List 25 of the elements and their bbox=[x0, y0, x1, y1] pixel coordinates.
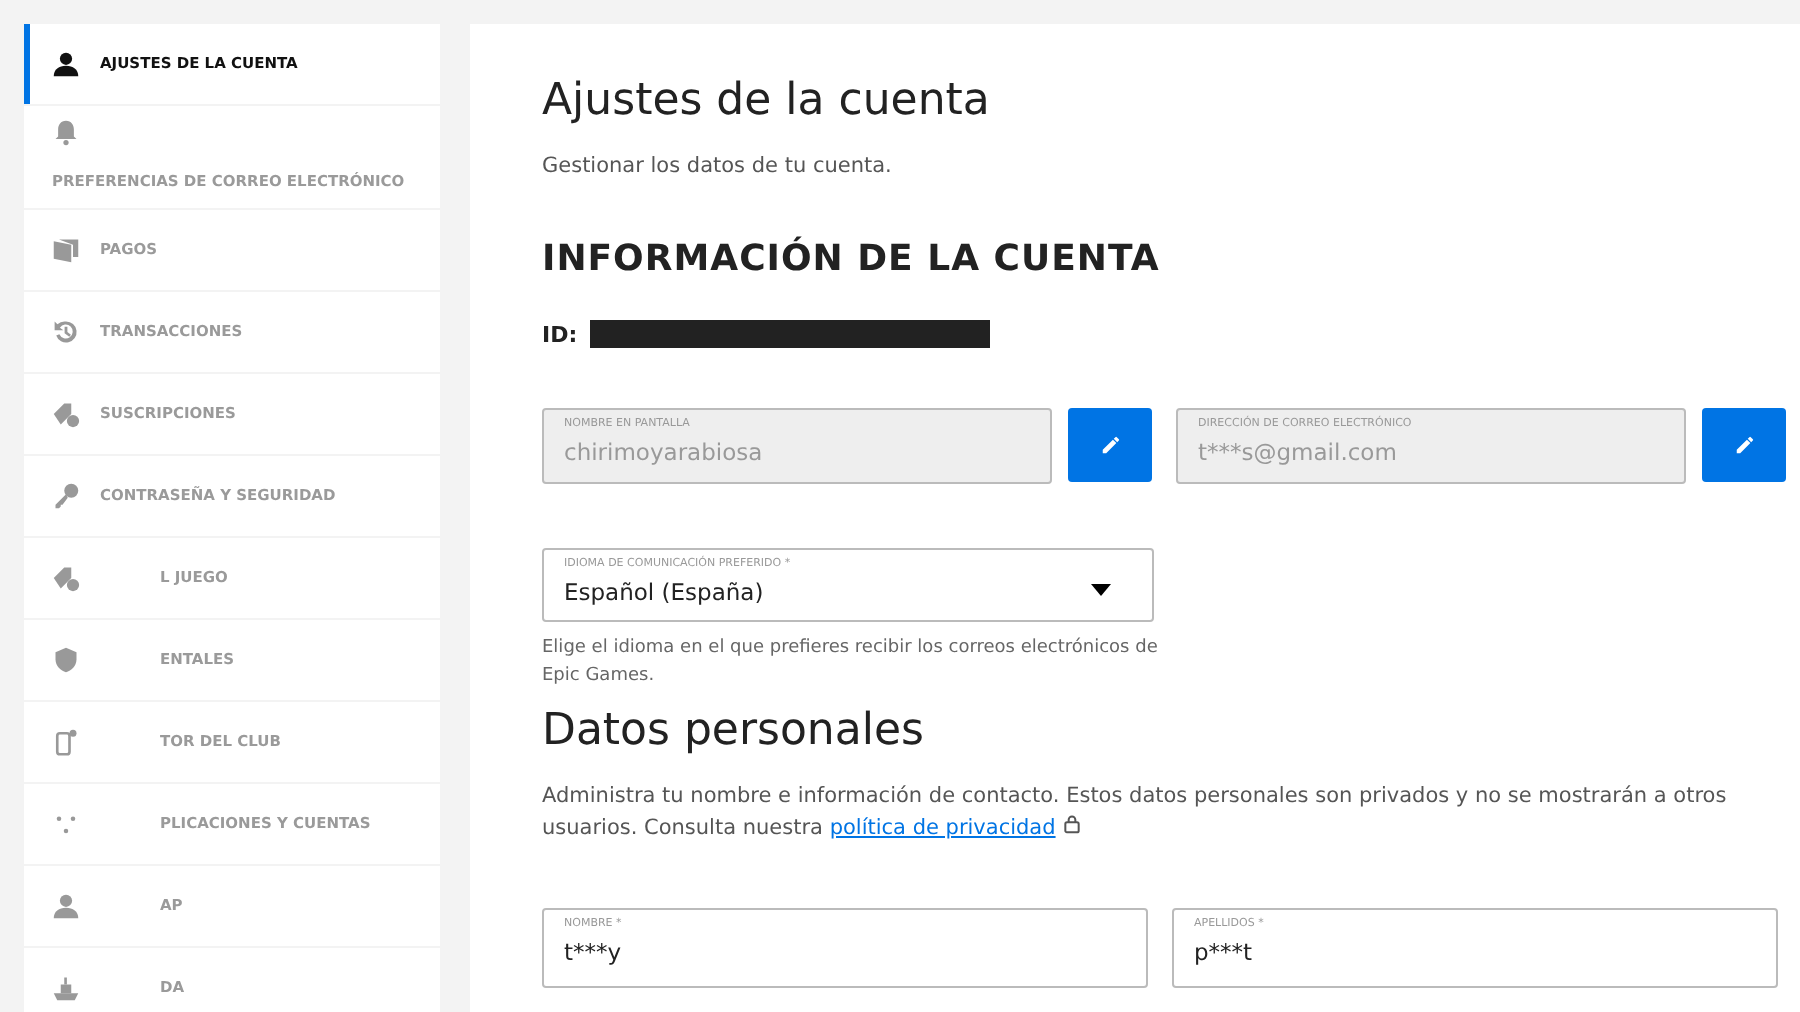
lock-icon bbox=[1062, 814, 1083, 834]
ship-icon bbox=[52, 974, 80, 1002]
bell-icon bbox=[52, 117, 80, 146]
page-title: Ajustes de la cuenta bbox=[542, 76, 992, 126]
section-heading: Datos personales bbox=[542, 706, 926, 756]
history-icon bbox=[52, 318, 80, 346]
key-icon bbox=[52, 482, 80, 510]
privacy-link[interactable]: política de privacidad bbox=[829, 816, 1056, 840]
edit-button[interactable] bbox=[1702, 408, 1786, 482]
caret-icon bbox=[1090, 583, 1112, 595]
section-heading: INFORMACIÓN DE LA CUENTA bbox=[542, 238, 1162, 280]
wallet-icon bbox=[52, 236, 80, 264]
shield-icon bbox=[52, 646, 80, 674]
phone-icon bbox=[52, 728, 80, 756]
page-subtitle: Gestionar los datos de tu cuenta. bbox=[542, 154, 894, 178]
edit-button[interactable] bbox=[1068, 408, 1152, 482]
help-text: Elige el idioma en el que prefieres recibir los correos electrónicos de Epic Games. bbox=[542, 635, 1160, 690]
person-icon bbox=[52, 50, 80, 78]
pencil-icon bbox=[1733, 434, 1755, 456]
id-label: ID: bbox=[542, 321, 578, 347]
pencil-icon bbox=[1099, 434, 1121, 456]
description-text: Administra tu nombre e información de contacto. Estos datos personales son privados y no se mostrarán a otros usuarios. Consulta nuestra política de privacidad bbox=[542, 782, 1729, 844]
tag-icon bbox=[52, 564, 80, 592]
person-icon bbox=[52, 892, 80, 920]
tag-icon bbox=[52, 400, 80, 428]
